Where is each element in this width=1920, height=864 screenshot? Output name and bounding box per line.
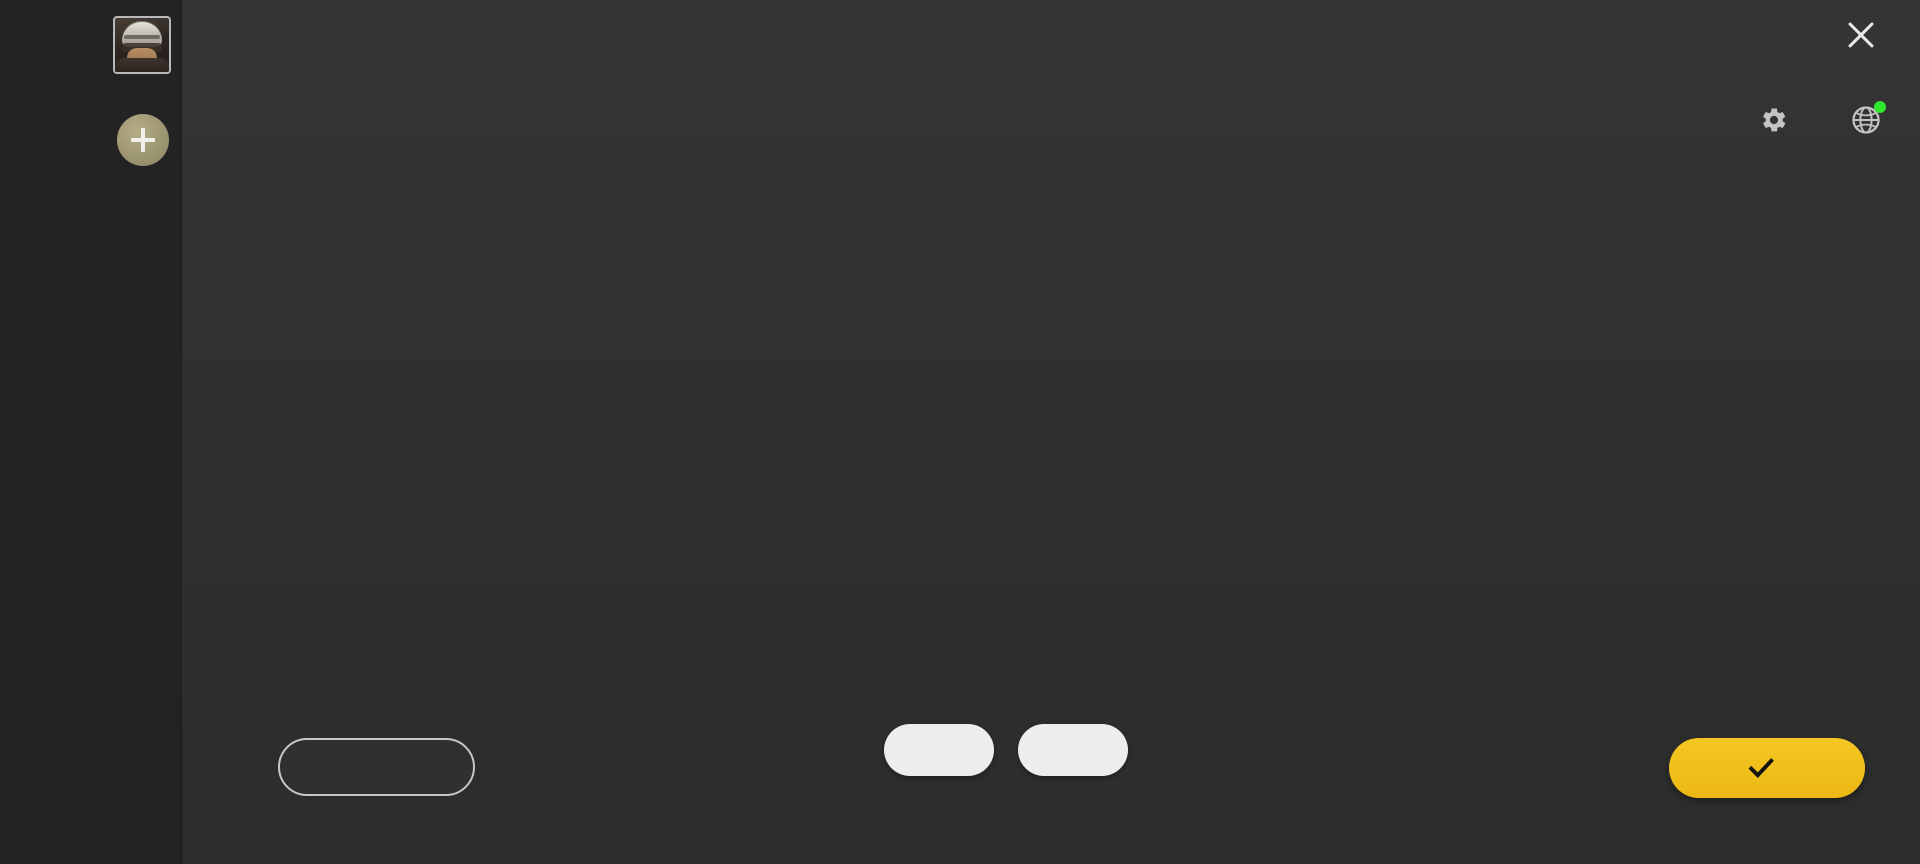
perspective-control — [1018, 712, 1128, 776]
shoulders-shape — [115, 58, 169, 72]
gear-icon — [1763, 108, 1786, 132]
avatar[interactable] — [113, 16, 171, 74]
server-status-dot — [1874, 101, 1886, 113]
server-select-button[interactable] — [1839, 101, 1886, 136]
globe-wrapper — [1850, 101, 1886, 136]
team-mode-control — [884, 712, 994, 776]
header-controls — [1760, 101, 1886, 136]
team-sidebar — [0, 0, 182, 864]
add-teammate-button[interactable] — [117, 114, 169, 166]
check-icon — [1747, 758, 1774, 778]
perspective-button[interactable] — [1018, 724, 1128, 776]
map-groups-row — [278, 160, 1920, 690]
confirm-button[interactable] — [1669, 738, 1865, 798]
gun-preset-button[interactable] — [278, 738, 475, 796]
map-settings-screen — [0, 0, 1920, 864]
match-settings-button[interactable] — [1760, 106, 1801, 134]
close-icon[interactable] — [1840, 14, 1882, 56]
mode-controls — [884, 712, 1128, 776]
team-mode-button[interactable] — [884, 724, 994, 776]
